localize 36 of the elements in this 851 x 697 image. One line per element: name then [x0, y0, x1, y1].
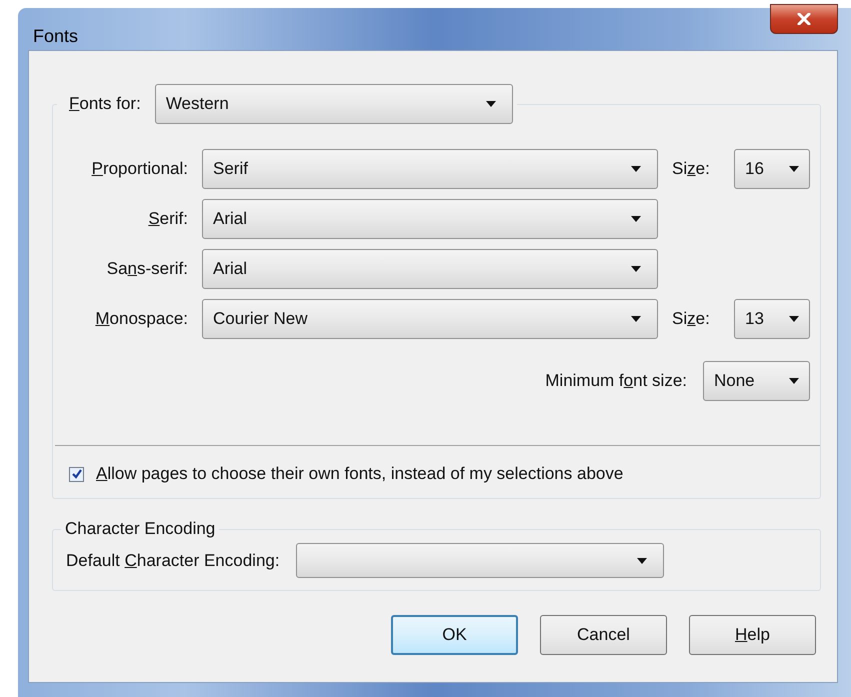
caret-icon: [631, 166, 641, 172]
checkbox[interactable]: [69, 466, 84, 482]
caret-icon: [789, 316, 799, 322]
caret-icon: [636, 558, 647, 564]
dropdown[interactable]: Arial: [202, 199, 658, 239]
caret-icon: [789, 378, 799, 384]
window-title: Fonts: [33, 26, 78, 47]
dropdown[interactable]: Arial: [202, 249, 658, 289]
field-label: Size:: [672, 159, 711, 179]
dialog-button[interactable]: OK: [391, 615, 518, 655]
group-title: Character Encoding: [64, 519, 216, 539]
dropdown[interactable]: Courier New: [202, 299, 658, 339]
dropdown[interactable]: Serif: [202, 149, 658, 189]
field-label: Allow pages to choose their own fonts, instead of my selections above: [96, 464, 624, 484]
field-label: Sans-serif:: [106, 259, 188, 279]
dropdown[interactable]: None: [703, 361, 810, 401]
dropdown[interactable]: 16: [734, 149, 810, 189]
dialog-button[interactable]: Help: [689, 615, 816, 655]
caret-icon: [631, 216, 641, 222]
dropdown[interactable]: [296, 543, 664, 578]
field-label: Minimum font size:: [545, 371, 687, 391]
caret-icon: [631, 266, 641, 272]
field-label: Fonts for:: [69, 94, 141, 114]
caret-icon: [486, 101, 496, 107]
field-label: Proportional:: [90, 159, 188, 179]
field-label: Monospace:: [94, 309, 188, 329]
caret-icon: [789, 166, 799, 172]
dialog-button[interactable]: Cancel: [540, 615, 667, 655]
close-button[interactable]: [770, 4, 838, 34]
caret-icon: [631, 316, 641, 322]
dropdown[interactable]: Western: [154, 84, 513, 124]
field-label: Size:: [672, 309, 711, 329]
close-icon: [797, 13, 811, 25]
dropdown[interactable]: 13: [734, 299, 810, 339]
field-label: Default Character Encoding:: [66, 550, 280, 570]
field-label: Serif:: [147, 209, 188, 229]
